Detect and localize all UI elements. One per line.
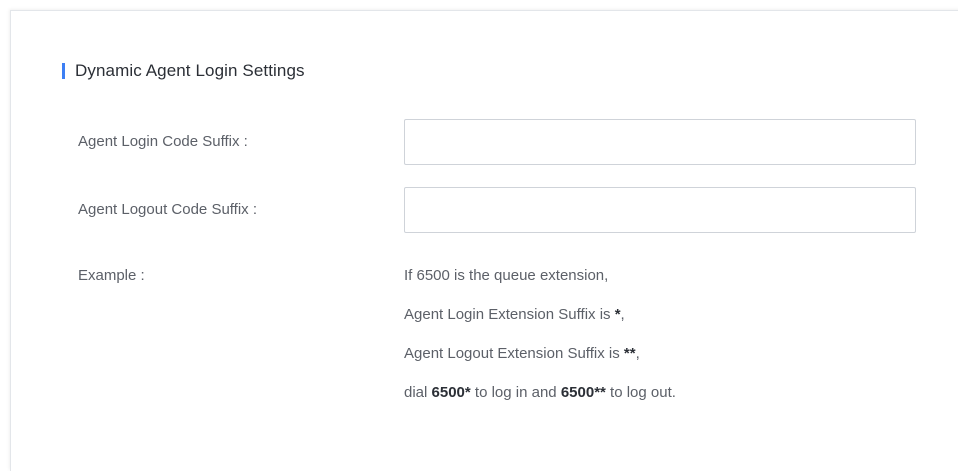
logout-suffix-input[interactable] bbox=[404, 187, 916, 233]
example-line-4-mid: to log in and bbox=[470, 384, 561, 401]
example-line-2-suffix: , bbox=[620, 306, 625, 323]
login-suffix-input[interactable] bbox=[404, 119, 916, 165]
example-line-3: Agent Logout Extension Suffix is **, bbox=[404, 345, 640, 362]
example-line-3-prefix: Agent Logout Extension Suffix is bbox=[404, 345, 624, 362]
example-line-4-prefix: dial bbox=[404, 384, 432, 401]
example-line-4: dial 6500* to log in and 6500** to log o… bbox=[404, 384, 676, 401]
title-accent-bar bbox=[62, 63, 65, 79]
login-suffix-label: Agent Login Code Suffix : bbox=[78, 133, 248, 150]
logout-suffix-label: Agent Logout Code Suffix : bbox=[78, 201, 258, 218]
example-line-1: If 6500 is the queue extension, bbox=[404, 267, 608, 284]
example-line-1-text: If 6500 is the queue extension, bbox=[404, 267, 609, 284]
example-line-4-suffix: to log out. bbox=[605, 384, 676, 401]
example-line-3-bold: ** bbox=[623, 345, 636, 362]
example-line-3-suffix: , bbox=[635, 345, 640, 362]
example-line-2: Agent Login Extension Suffix is *, bbox=[404, 306, 625, 323]
section-title-text: Dynamic Agent Login Settings bbox=[75, 61, 305, 80]
example-line-4-bold-logout: 6500** bbox=[560, 384, 606, 401]
example-line-2-prefix: Agent Login Extension Suffix is bbox=[404, 306, 615, 323]
example-label: Example : bbox=[78, 267, 145, 284]
section-title: Dynamic Agent Login Settings bbox=[62, 60, 305, 82]
example-line-4-bold-login: 6500* bbox=[431, 384, 471, 401]
